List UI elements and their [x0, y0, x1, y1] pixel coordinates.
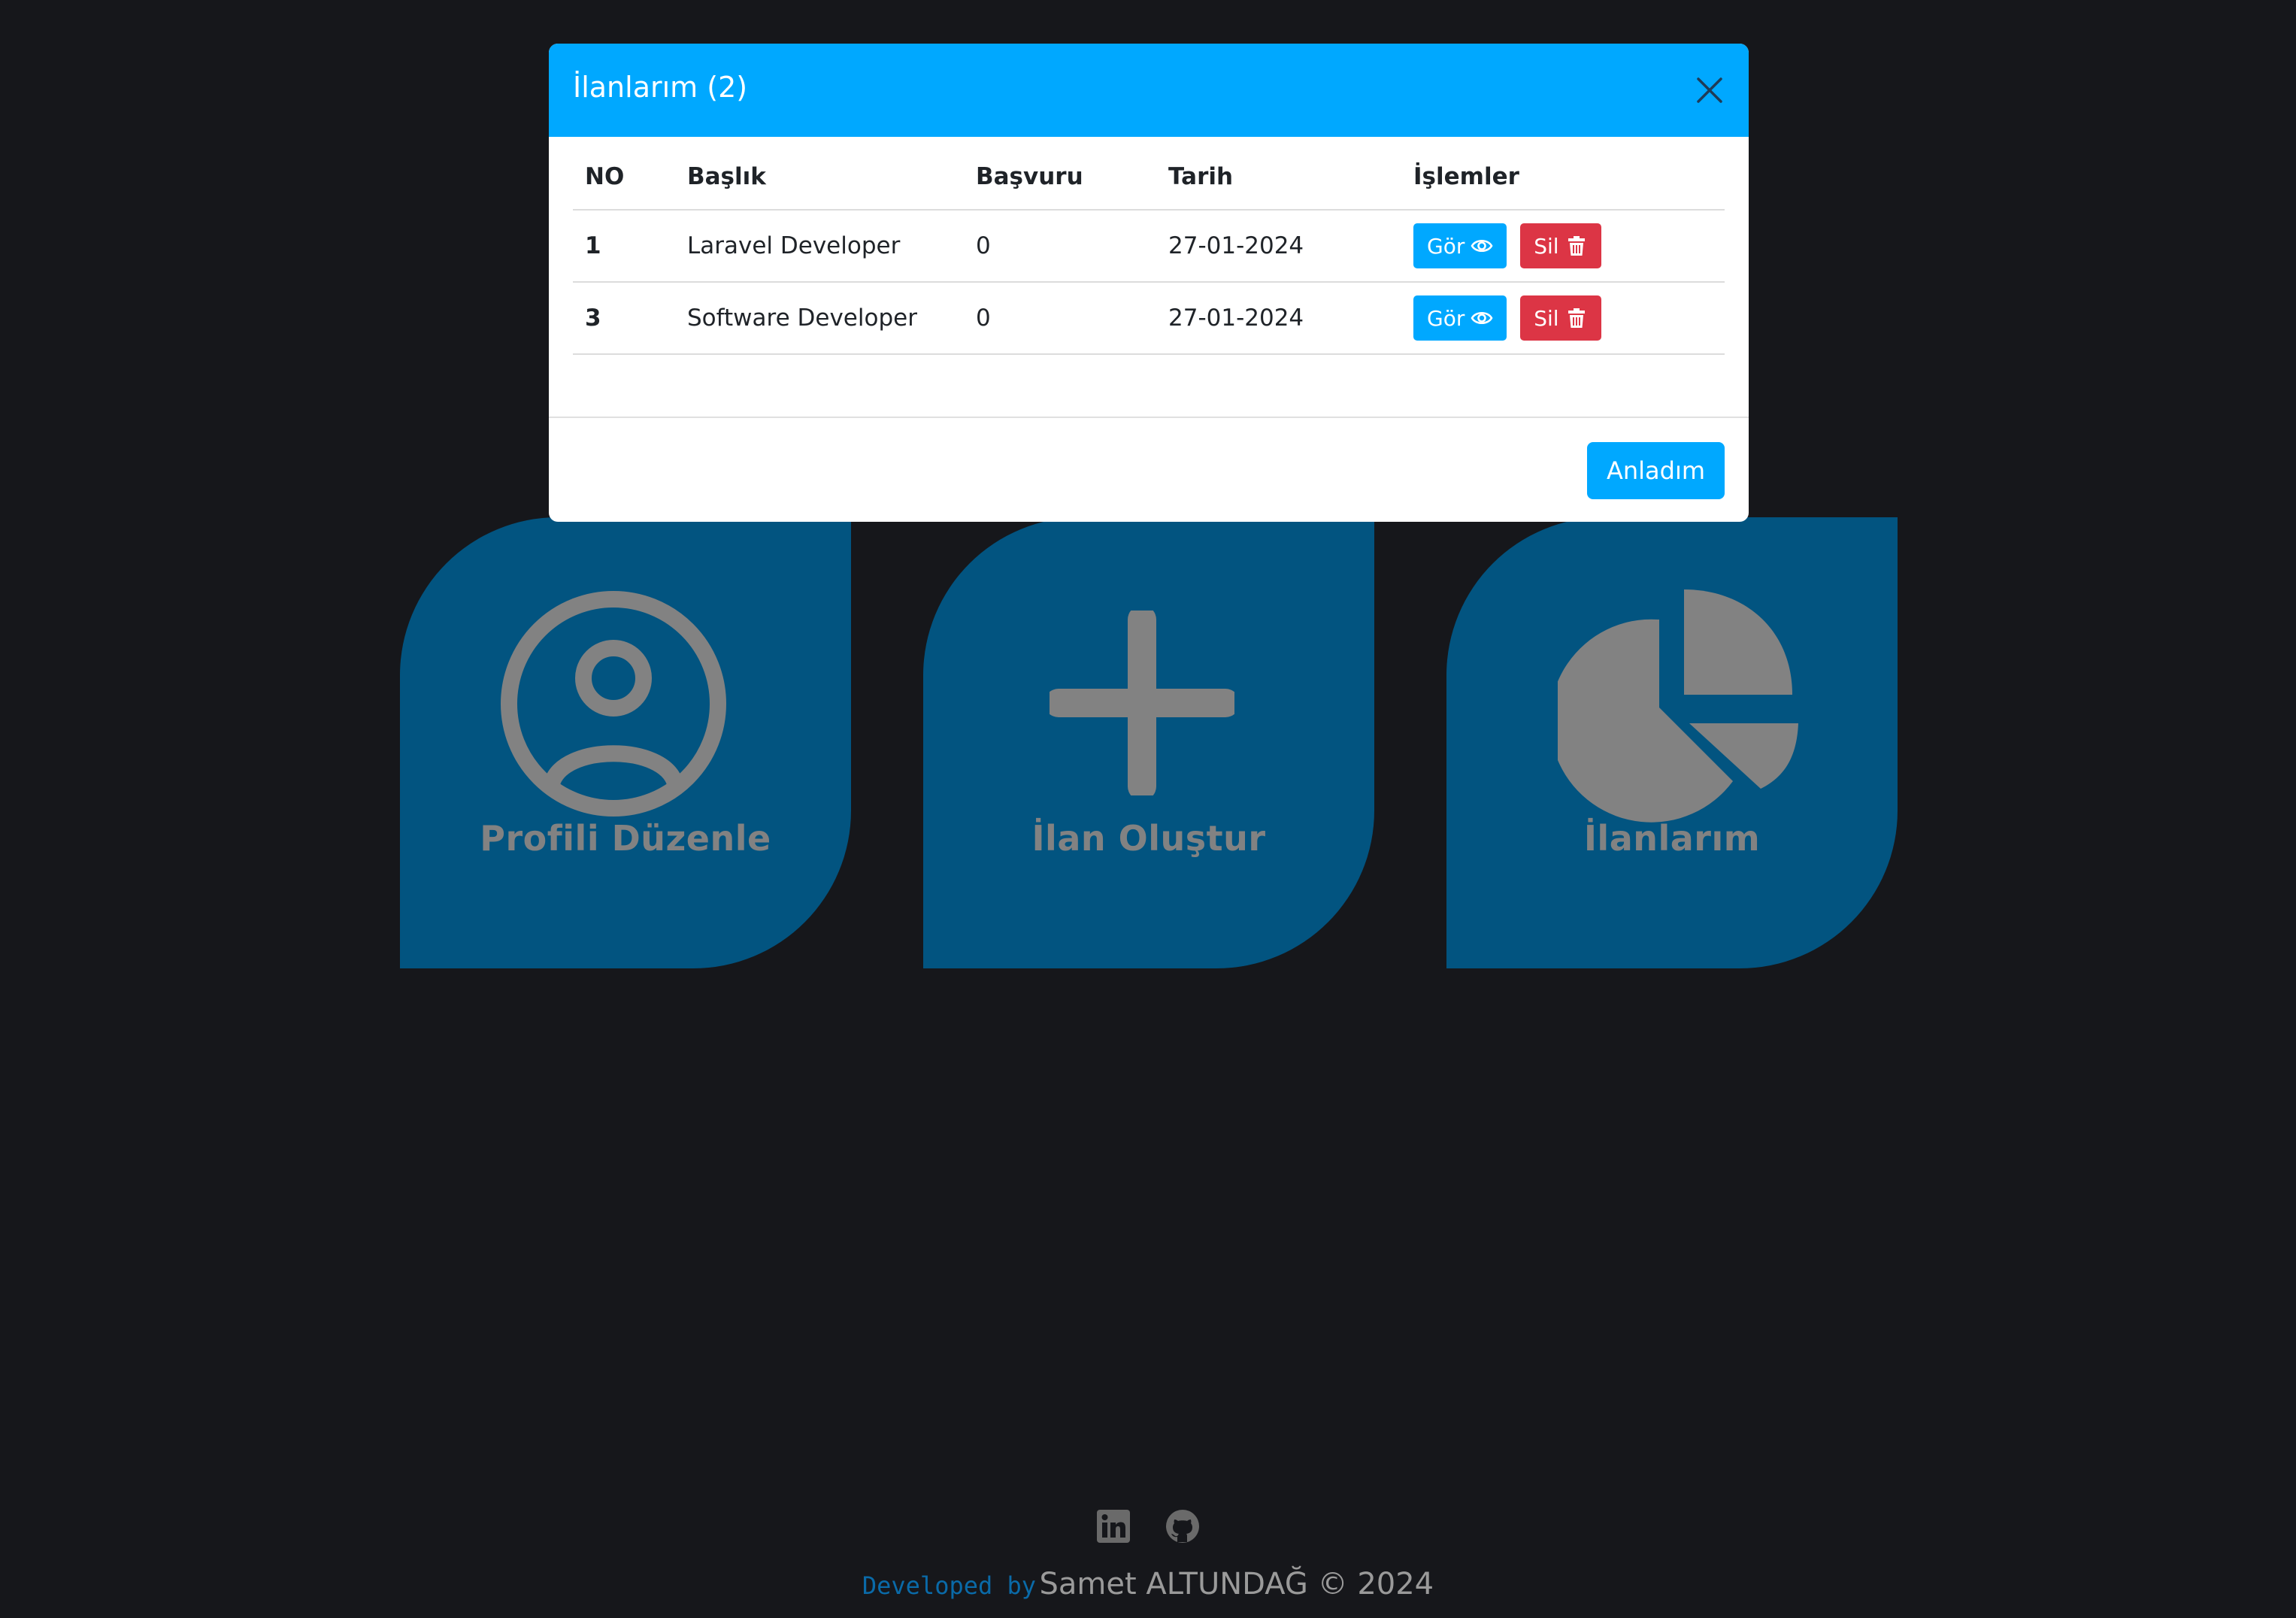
- eye-icon: [1471, 311, 1493, 325]
- trash-icon: [1568, 236, 1585, 256]
- author-credit: Samet ALTUNDAĞ © 2024: [1039, 1567, 1434, 1601]
- modal-title: İlanlarım (2): [573, 71, 748, 104]
- trash-icon: [1568, 308, 1585, 328]
- social-links: [0, 1508, 2296, 1544]
- modal-body: NO Başlık Başvuru Tarih İşlemler 1 Larav…: [573, 137, 1725, 355]
- view-button-label: Gör: [1427, 305, 1465, 331]
- user-circle-icon: [501, 591, 726, 817]
- tile-label: Profili Düzenle: [480, 818, 771, 859]
- tile-label: İlanlarım: [1583, 818, 1761, 859]
- row-applications: 0: [964, 282, 1156, 355]
- table-row: 1 Laravel Developer 0 27-01-2024 Gör Sil: [573, 210, 1725, 283]
- tile-edit-profile[interactable]: Profili Düzenle: [400, 517, 851, 968]
- row-actions: Gör Sil: [1401, 210, 1725, 283]
- table-header-row: NO Başlık Başvuru Tarih İşlemler: [573, 137, 1725, 211]
- row-title: Software Developer: [675, 282, 964, 355]
- row-actions: Gör Sil: [1401, 282, 1725, 355]
- modal-footer: Anladım: [549, 417, 1749, 522]
- ok-button[interactable]: Anladım: [1586, 442, 1725, 499]
- delete-button-label: Sil: [1534, 305, 1559, 331]
- close-icon[interactable]: [1693, 74, 1726, 107]
- row-no: 3: [573, 282, 675, 355]
- delete-button[interactable]: Sil: [1520, 223, 1601, 268]
- modal-header: İlanlarım (2): [549, 44, 1749, 137]
- column-header-date: Tarih: [1156, 137, 1401, 211]
- column-header-actions: İşlemler: [1401, 137, 1725, 211]
- delete-button[interactable]: Sil: [1520, 295, 1601, 341]
- row-no: 1: [573, 210, 675, 283]
- tile-my-listings[interactable]: İlanlarım: [1446, 517, 1898, 968]
- view-button-label: Gör: [1427, 233, 1465, 259]
- eye-icon: [1471, 239, 1493, 253]
- column-header-title: Başlık: [675, 137, 964, 211]
- row-date: 27-01-2024: [1156, 210, 1401, 283]
- view-button[interactable]: Gör: [1413, 295, 1507, 341]
- tile-label: İlan Oluştur: [1031, 818, 1266, 859]
- pie-chart-icon: [1558, 589, 1798, 823]
- listings-table: NO Başlık Başvuru Tarih İşlemler 1 Larav…: [573, 137, 1725, 355]
- developed-by-label: Developed by: [862, 1571, 1037, 1600]
- row-applications: 0: [964, 210, 1156, 283]
- delete-button-label: Sil: [1534, 233, 1559, 259]
- tile-create-listing[interactable]: İlan Oluştur: [923, 517, 1374, 968]
- linkedin-icon[interactable]: [1095, 1508, 1131, 1544]
- column-header-applications: Başvuru: [964, 137, 1156, 211]
- footer-credit: Developed by Samet ALTUNDAĞ © 2024: [0, 1567, 2296, 1601]
- table-row: 3 Software Developer 0 27-01-2024 Gör Si…: [573, 282, 1725, 355]
- column-header-no: NO: [573, 137, 675, 211]
- row-date: 27-01-2024: [1156, 282, 1401, 355]
- row-title: Laravel Developer: [675, 210, 964, 283]
- github-icon[interactable]: [1165, 1508, 1201, 1544]
- plus-icon: [1050, 611, 1234, 795]
- view-button[interactable]: Gör: [1413, 223, 1507, 268]
- listings-modal: İlanlarım (2) NO Başlık Başvuru Tarih İş…: [549, 44, 1749, 522]
